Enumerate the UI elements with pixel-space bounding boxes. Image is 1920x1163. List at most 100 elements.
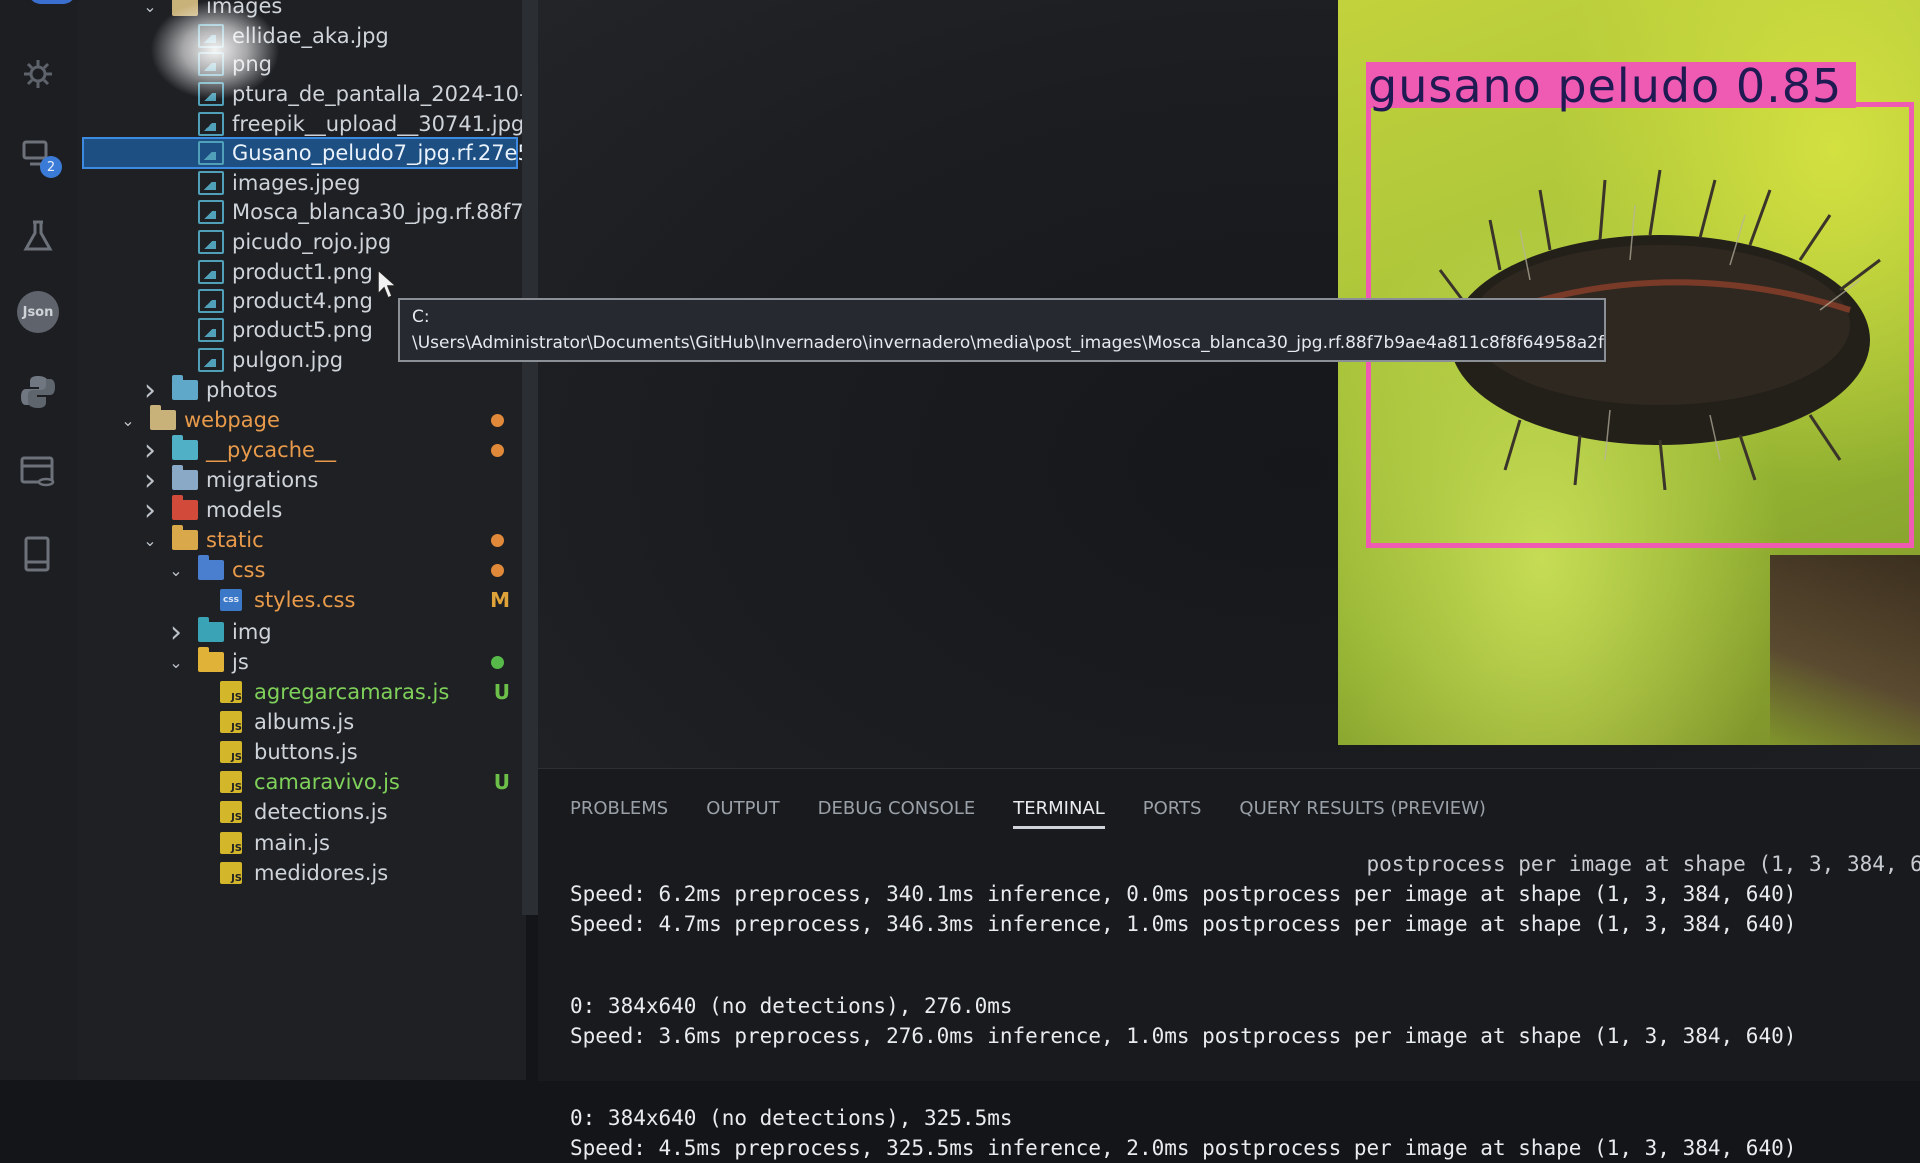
tab-problems[interactable]: PROBLEMS	[570, 789, 668, 829]
terminal-line: Speed: 3.6ms preprocess, 276.0ms inferen…	[570, 1024, 1797, 1048]
tree-folder[interactable]: ⌄images	[78, 0, 526, 22]
screen-glare	[150, 0, 280, 100]
json-icon[interactable]: Json	[12, 286, 64, 338]
panel-tabs: PROBLEMS OUTPUT DEBUG CONSOLE TERMINAL PORTS…	[570, 789, 1486, 829]
javascript-file-icon: JS	[220, 832, 242, 854]
tab-ports[interactable]: PORTS	[1143, 789, 1202, 829]
image-file-icon	[198, 289, 224, 313]
gear-icon[interactable]	[12, 48, 64, 100]
tree-item-label: Mosca_blanca30_jpg.rf.88f7b9...	[232, 200, 571, 224]
json-label: Json	[17, 291, 59, 333]
tree-folder[interactable]: › __pycache__	[78, 433, 526, 468]
folder-icon	[172, 435, 198, 460]
tab-terminal[interactable]: TERMINAL	[1013, 789, 1105, 829]
tree-file[interactable]: JS camaravivo.js U	[78, 766, 526, 798]
git-status-dot	[491, 655, 504, 669]
flask-icon[interactable]	[12, 210, 64, 262]
tree-file[interactable]: Gusano_peludo7_jpg.rf.27e5e...	[78, 137, 564, 169]
tree-file[interactable]: Mosca_blanca30_jpg.rf.88f7b9...	[78, 196, 570, 228]
tab-debug-console[interactable]: DEBUG CONSOLE	[818, 789, 976, 829]
tab-query-results-preview[interactable]: QUERY RESULTS (PREVIEW)	[1239, 789, 1486, 829]
tree-file[interactable]: png	[78, 48, 526, 80]
tree-file[interactable]: JS medidores.js	[78, 857, 526, 889]
git-status-dot	[491, 443, 504, 457]
folder-icon	[198, 617, 224, 642]
tree-item-label: css	[232, 558, 266, 582]
chevron-right-icon[interactable]: ›	[140, 463, 160, 498]
folder-icon	[150, 405, 176, 430]
tree-file[interactable]: product1.png	[78, 256, 526, 288]
tooltip-path: \Users\Administrator\Documents\GitHub\In…	[412, 333, 1606, 353]
tree-file[interactable]: JS agregarcamaras.js U	[78, 676, 526, 708]
chevron-down-icon[interactable]: ⌄	[118, 410, 138, 430]
python-icon[interactable]	[12, 366, 64, 418]
javascript-file-icon: JS	[220, 741, 242, 763]
book-icon[interactable]	[12, 528, 64, 580]
tree-item-label: webpage	[184, 408, 280, 432]
tree-file[interactable]: picudo_rojo.jpg	[78, 226, 526, 258]
javascript-file-icon: JS	[220, 771, 242, 793]
bottom-panel: PROBLEMS OUTPUT DEBUG CONSOLE TERMINAL PORTS…	[538, 768, 1920, 1160]
terminal-line: postprocess per image at shape (1, 3, 38…	[570, 852, 1920, 876]
image-file-icon	[198, 171, 224, 195]
chevron-right-icon[interactable]: ›	[140, 373, 160, 408]
git-status-letter: U	[493, 680, 510, 704]
chevron-down-icon[interactable]: ⌄	[166, 652, 186, 672]
javascript-file-icon: JS	[220, 862, 242, 884]
terminal-output[interactable]: postprocess per image at shape (1, 3, 38…	[570, 849, 1920, 1163]
git-status-letter: U	[493, 770, 510, 794]
accounts-icon[interactable]: 239	[12, 0, 76, 36]
tree-folder[interactable]: › migrations	[78, 463, 526, 498]
image-file-icon	[198, 260, 224, 284]
git-status-dot	[491, 563, 504, 577]
tree-file[interactable]: JS buttons.js	[78, 736, 526, 768]
tree-file[interactable]: images.jpeg	[78, 167, 526, 199]
tree-folder[interactable]: ⌄ webpage	[78, 404, 526, 436]
terminal-line: Speed: 4.7ms preprocess, 346.3ms inferen…	[570, 912, 1797, 936]
javascript-file-icon: JS	[220, 681, 242, 703]
image-file-icon	[198, 141, 224, 165]
tree-item-label: img	[232, 620, 272, 644]
tree-file[interactable]: JS main.js	[78, 827, 526, 859]
tree-item-label: product5.png	[232, 318, 373, 342]
tree-folder[interactable]: ⌄ js	[78, 646, 526, 678]
tree-folder[interactable]: › models	[78, 493, 526, 528]
tree-item-label: product4.png	[232, 289, 373, 313]
tree-folder[interactable]: ⌄ css	[78, 554, 526, 586]
folder-icon	[172, 495, 198, 520]
tree-item-label: product1.png	[232, 260, 373, 284]
tree-folder[interactable]: ⌄ static	[78, 524, 526, 556]
explorer-panel: ⌄imagesellidae_aka.jpgpngptura_de_pantal…	[78, 0, 570, 1080]
file-path-tooltip: C: \Users\Administrator\Documents\GitHub…	[398, 298, 1606, 362]
tree-file[interactable]: freepik__upload__30741.jpg	[78, 108, 526, 140]
tree-folder[interactable]: › img	[78, 615, 526, 650]
chevron-right-icon[interactable]: ›	[166, 615, 186, 650]
chevron-right-icon[interactable]: ›	[140, 433, 160, 468]
tree-item-label: migrations	[206, 468, 319, 492]
database-icon[interactable]	[12, 446, 64, 498]
chevron-down-icon[interactable]: ⌄	[140, 530, 160, 550]
tree-item-label: agregarcamaras.js	[254, 680, 450, 704]
tree-item-label: static	[206, 528, 264, 552]
folder-icon	[198, 555, 224, 580]
tree-folder[interactable]: › photos	[78, 373, 526, 408]
tree-item-label: main.js	[254, 831, 330, 855]
image-file-icon	[198, 348, 224, 372]
tree-file[interactable]: JS detections.js	[78, 796, 526, 828]
source-control-icon[interactable]: 2	[12, 128, 64, 180]
explorer-scrollbar[interactable]	[522, 0, 538, 915]
chevron-right-icon[interactable]: ›	[140, 493, 160, 528]
chevron-down-icon[interactable]: ⌄	[166, 560, 186, 580]
tree-item-label: styles.css	[254, 588, 356, 612]
tree-file[interactable]: ptura_de_pantalla_2024-10-...	[78, 78, 547, 110]
tree-item-label: js	[232, 650, 249, 674]
activity-bar: 239 2 Json	[0, 0, 78, 1080]
tree-item-label: photos	[206, 378, 278, 402]
tree-file[interactable]: css styles.css M	[78, 584, 526, 616]
tree-item-label: picudo_rojo.jpg	[232, 230, 392, 254]
terminal-line: 0: 384x640 (no detections), 276.0ms	[570, 994, 1013, 1018]
tree-item-label: medidores.js	[254, 861, 389, 885]
image-file-icon	[198, 112, 224, 136]
tab-output[interactable]: OUTPUT	[706, 789, 779, 829]
tree-file[interactable]: JS albums.js	[78, 706, 526, 738]
